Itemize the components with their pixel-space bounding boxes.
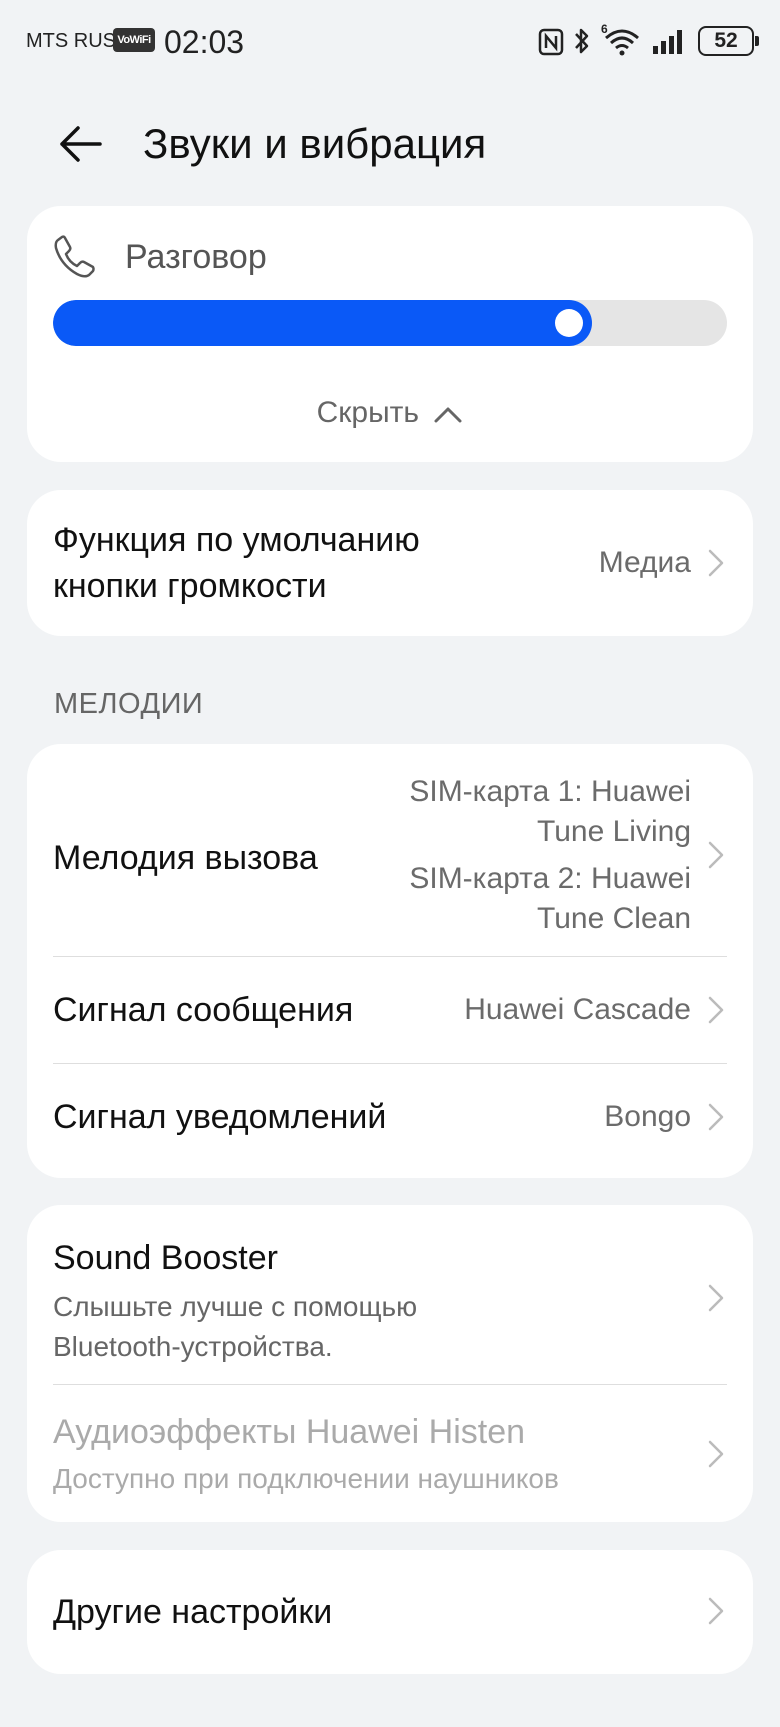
sound-booster-sub-line1: Слышьте лучше с помощью [53, 1291, 418, 1322]
status-bar: MTS RUS VoWiFi 02:03 6 52 [0, 0, 780, 84]
sound-booster-row[interactable]: Sound Booster Слышьте лучше с помощью Bl… [27, 1205, 753, 1384]
chevron-right-icon [708, 1440, 724, 1468]
vowifi-badge: VoWiFi [113, 28, 155, 52]
clock: 02:03 [164, 24, 245, 60]
ringtone-sim2-line2: Tune Clean [537, 902, 691, 935]
sound-booster-sub-line2: Bluetooth-устройства. [53, 1331, 333, 1362]
volume-key-value: Медиа [598, 546, 691, 579]
section-header-melodies: МЕЛОДИИ [54, 688, 204, 720]
notification-tone-row[interactable]: Сигнал уведомлений Bongo [27, 1064, 753, 1178]
ringtone-row[interactable]: Мелодия вызова SIM-карта 1: Huawei Tune … [27, 744, 753, 956]
page-title: Звуки и вибрация [143, 120, 487, 167]
back-arrow-icon [60, 126, 102, 162]
histen-row[interactable]: Аудиоэффекты Huawei Histen Доступно при … [27, 1385, 753, 1522]
melodies-card: Мелодия вызова SIM-карта 1: Huawei Tune … [27, 744, 753, 1178]
other-settings-card[interactable]: Другие настройки [27, 1550, 753, 1674]
ringtone-sim1-value: SIM-карта 1: Huawei Tune Living [409, 772, 691, 852]
ringtone-sim1-line2: Tune Living [537, 815, 691, 848]
volume-key-card[interactable]: Функция по умолчанию кнопки громкости Ме… [27, 490, 753, 636]
chevron-right-icon [708, 1597, 724, 1625]
nfc-icon [538, 28, 564, 56]
volume-key-title: Функция по умолчанию кнопки громкости [53, 517, 420, 609]
ringtone-sim2-value: SIM-карта 2: Huawei Tune Clean [409, 859, 691, 939]
battery-indicator: 52 [698, 26, 759, 56]
ringtone-sim1-line1: SIM-карта 1: Huawei [409, 775, 691, 808]
notification-tone-title: Сигнал уведомлений [53, 1098, 387, 1136]
chevron-right-icon [708, 1284, 724, 1312]
chevron-up-icon [434, 407, 462, 423]
slider-knob[interactable] [555, 309, 583, 337]
call-volume-slider[interactable] [53, 300, 727, 346]
histen-subtitle: Доступно при подключении наушников [53, 1463, 559, 1494]
back-button[interactable] [52, 118, 112, 170]
carrier-name: MTS RUS [26, 30, 116, 52]
chevron-right-icon [708, 1103, 724, 1131]
phone-icon [54, 235, 95, 278]
wifi-6-label: 6 [601, 22, 608, 36]
notification-tone-value: Bongo [604, 1100, 691, 1133]
message-tone-row[interactable]: Сигнал сообщения Huawei Cascade [27, 957, 753, 1063]
volume-label: Разговор [125, 238, 267, 276]
chevron-right-icon [708, 996, 724, 1024]
slider-fill [53, 300, 592, 346]
other-settings-title: Другие настройки [53, 1593, 333, 1631]
ringtone-title: Мелодия вызова [53, 839, 318, 877]
ringtone-sim2-line1: SIM-карта 2: Huawei [409, 862, 691, 895]
message-tone-title: Сигнал сообщения [53, 991, 354, 1029]
volume-card: Разговор Скрыть [27, 206, 753, 462]
message-tone-value: Huawei Cascade [464, 993, 691, 1026]
volume-key-title-line2: кнопки громкости [53, 567, 327, 605]
volume-key-title-line1: Функция по умолчанию [53, 521, 420, 559]
sound-booster-subtitle: Слышьте лучше с помощью Bluetooth-устрой… [53, 1287, 417, 1367]
chevron-right-icon [708, 841, 724, 869]
audio-card: Sound Booster Слышьте лучше с помощью Bl… [27, 1205, 753, 1522]
hide-button[interactable]: Скрыть [27, 396, 753, 430]
signal-icon [653, 30, 682, 54]
chevron-right-icon [708, 549, 724, 577]
histen-title: Аудиоэффекты Huawei Histen [53, 1413, 526, 1451]
bluetooth-icon [575, 28, 589, 54]
page-header: Звуки и вибрация [0, 100, 780, 190]
sound-booster-title: Sound Booster [53, 1239, 278, 1277]
hide-label: Скрыть [316, 396, 420, 429]
